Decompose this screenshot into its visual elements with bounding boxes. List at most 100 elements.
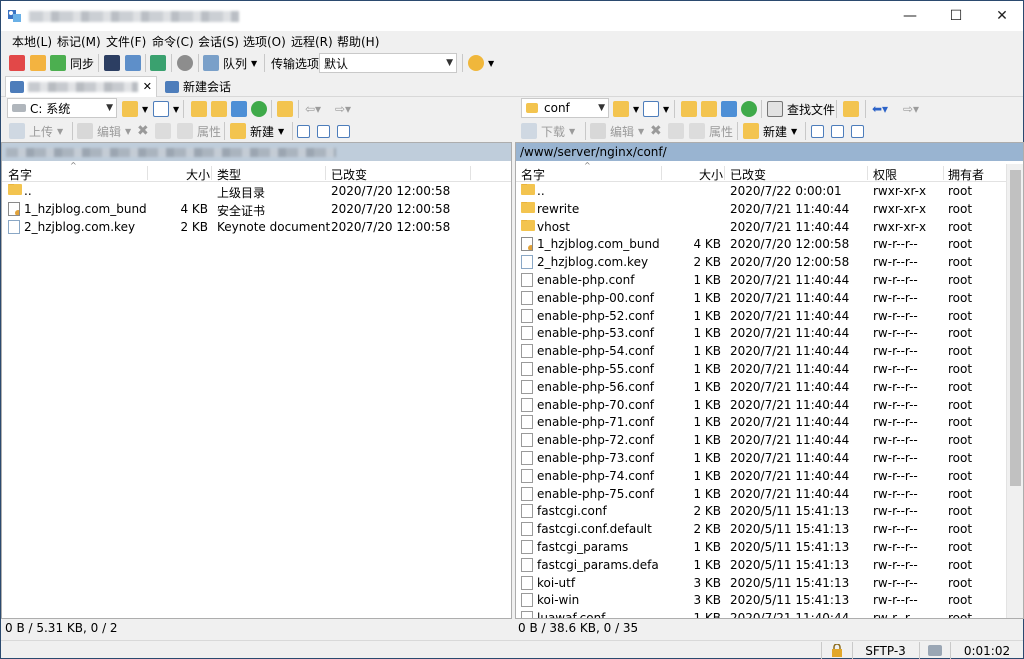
tree-button[interactable]	[843, 99, 859, 119]
rename-button[interactable]	[155, 121, 171, 141]
table-row[interactable]: enable-php-74.conf 1 KB 2020/7/21 11:40:…	[516, 468, 1006, 486]
table-row[interactable]: .. 2020/7/22 0:00:01 rwxr-xr-x root	[516, 183, 1006, 201]
select-filter-button[interactable]	[337, 121, 350, 141]
col-owner[interactable]: 拥有者	[948, 166, 984, 183]
table-row[interactable]: vhost 2020/7/21 11:40:44 rwxr-xr-x root	[516, 219, 1006, 237]
preferences-button[interactable]	[177, 53, 193, 73]
menu-options[interactable]: 选项(O)	[243, 33, 286, 50]
table-row[interactable]: 1_hzjblog.com_bund... 4 KB 2020/7/20 12:…	[516, 236, 1006, 254]
queue-button[interactable]: 队列 ▼	[203, 53, 257, 73]
select-all-button[interactable]	[811, 121, 824, 141]
tab-session[interactable]: ✕	[5, 76, 157, 97]
table-row[interactable]: 2_hzjblog.com.key 2 KB 2020/7/20 12:00:5…	[516, 254, 1006, 272]
sync-button[interactable]: 同步	[50, 53, 94, 73]
terminal-button[interactable]	[104, 53, 120, 73]
rename-button[interactable]	[668, 121, 684, 141]
table-row[interactable]: enable-php-72.conf 1 KB 2020/7/21 11:40:…	[516, 432, 1006, 450]
refresh-button[interactable]	[251, 99, 267, 119]
table-row[interactable]: rewrite 2020/7/21 11:40:44 rwxr-xr-x roo…	[516, 201, 1006, 219]
new-button[interactable]: 新建 ▼	[743, 121, 797, 141]
table-row[interactable]: fastcgi.conf 2 KB 2020/5/11 15:41:13 rw-…	[516, 503, 1006, 521]
select-filter-button[interactable]	[851, 121, 864, 141]
table-row[interactable]: koi-utf 3 KB 2020/5/11 15:41:13 rw-r--r-…	[516, 575, 1006, 593]
tree-button[interactable]	[277, 99, 293, 119]
sync-browse-button[interactable]	[30, 53, 46, 73]
menu-file[interactable]: 文件(F)	[106, 33, 146, 50]
root-dir-button[interactable]	[211, 99, 227, 119]
table-row[interactable]: enable-php-00.conf 1 KB 2020/7/21 11:40:…	[516, 290, 1006, 308]
local-path-bar[interactable]	[2, 143, 511, 161]
back-button[interactable]: ⬅▾	[872, 99, 888, 119]
close-button[interactable]: ✕	[979, 1, 1024, 31]
refresh-button[interactable]	[741, 99, 757, 119]
upload-button[interactable]: 上传 ▼	[9, 121, 63, 141]
col-changed[interactable]: 已改变	[331, 166, 367, 183]
home-button[interactable]	[231, 99, 247, 119]
col-changed[interactable]: 已改变	[730, 166, 766, 183]
menu-local[interactable]: 本地(L)	[12, 33, 52, 50]
menu-help[interactable]: 帮助(H)	[337, 33, 379, 50]
properties-button[interactable]: 属性	[689, 121, 733, 141]
table-row[interactable]: enable-php-52.conf 1 KB 2020/7/21 11:40:…	[516, 308, 1006, 326]
delete-button[interactable]: ✖	[650, 121, 662, 141]
table-row[interactable]: fastcgi.conf.default 2 KB 2020/5/11 15:4…	[516, 521, 1006, 539]
table-row[interactable]: luawaf.conf 1 KB 2020/7/21 11:40:44 rw-r…	[516, 610, 1006, 618]
parent-dir-button[interactable]	[191, 99, 207, 119]
col-type[interactable]: 类型	[217, 166, 241, 183]
table-row[interactable]: enable-php-75.conf 1 KB 2020/7/21 11:40:…	[516, 486, 1006, 504]
tab-new-session[interactable]: 新建会话	[161, 76, 235, 97]
table-row[interactable]: 1_hzjblog.com_bund... 4 KB 安全证书 2020/7/2…	[2, 201, 511, 219]
col-size[interactable]: 大小	[186, 166, 210, 183]
minimize-button[interactable]: —	[887, 1, 933, 31]
menu-session[interactable]: 会话(S)	[198, 33, 239, 50]
transfer-settings-dropdown[interactable]: 默认 ▼	[319, 53, 457, 73]
transfer-profile-button[interactable]: ▼	[468, 53, 494, 73]
edit-button[interactable]: 编辑 ▼	[77, 121, 131, 141]
table-row[interactable]: fastcgi_params 1 KB 2020/5/11 15:41:13 r…	[516, 539, 1006, 557]
parent-dir-button[interactable]	[681, 99, 697, 119]
table-row[interactable]: enable-php-71.conf 1 KB 2020/7/21 11:40:…	[516, 414, 1006, 432]
unselect-all-button[interactable]	[317, 121, 330, 141]
remote-folder-dropdown[interactable]: conf ▼	[521, 98, 609, 118]
open-folder-button[interactable]: ▼	[613, 99, 639, 119]
table-row[interactable]: 2_hzjblog.com.key 2 KB Keynote document …	[2, 219, 511, 237]
forward-button[interactable]: ⇨▾	[335, 99, 351, 119]
col-name[interactable]: 名字	[521, 166, 545, 183]
forward-button[interactable]: ⇨▾	[903, 99, 919, 119]
maximize-button[interactable]: ☐	[933, 1, 979, 31]
open-folder-button[interactable]: ▼	[122, 99, 148, 119]
col-permissions[interactable]: 权限	[873, 166, 897, 183]
table-row[interactable]: enable-php-56.conf 1 KB 2020/7/21 11:40:…	[516, 379, 1006, 397]
find-files-button[interactable]: 查找文件	[767, 99, 835, 119]
remote-scrollbar[interactable]	[1006, 164, 1023, 618]
root-dir-button[interactable]	[701, 99, 717, 119]
table-row[interactable]: enable-php-70.conf 1 KB 2020/7/21 11:40:…	[516, 397, 1006, 415]
properties-button[interactable]: 属性	[177, 121, 221, 141]
table-row[interactable]: enable-php-55.conf 1 KB 2020/7/21 11:40:…	[516, 361, 1006, 379]
table-row[interactable]: enable-php-54.conf 1 KB 2020/7/21 11:40:…	[516, 343, 1006, 361]
scrollbar-thumb[interactable]	[1010, 170, 1021, 486]
table-row[interactable]: fastcgi_params.defa... 1 KB 2020/5/11 15…	[516, 557, 1006, 575]
menu-remote[interactable]: 远程(R)	[291, 33, 333, 50]
table-row[interactable]: .. 上级目录 2020/7/20 12:00:58	[2, 183, 511, 201]
putty-button[interactable]	[125, 53, 141, 73]
edit-button[interactable]: 编辑 ▼	[590, 121, 644, 141]
home-button[interactable]	[721, 99, 737, 119]
new-button[interactable]: 新建 ▼	[230, 121, 284, 141]
download-button[interactable]: 下载 ▼	[521, 121, 575, 141]
col-size[interactable]: 大小	[699, 166, 723, 183]
filter-button[interactable]: ▼	[643, 99, 669, 119]
table-row[interactable]: enable-php-73.conf 1 KB 2020/7/21 11:40:…	[516, 450, 1006, 468]
col-name[interactable]: 名字	[8, 166, 32, 183]
local-drive-dropdown[interactable]: C: 系统 ▼	[7, 98, 117, 118]
delete-button[interactable]: ✖	[137, 121, 149, 141]
open-dir-button[interactable]	[150, 53, 166, 73]
table-row[interactable]: koi-win 3 KB 2020/5/11 15:41:13 rw-r--r-…	[516, 592, 1006, 610]
menu-command[interactable]: 命令(C)	[152, 33, 194, 50]
unselect-all-button[interactable]	[831, 121, 844, 141]
close-tab-icon[interactable]: ✕	[143, 80, 152, 93]
menu-mark[interactable]: 标记(M)	[57, 33, 101, 50]
table-row[interactable]: enable-php-53.conf 1 KB 2020/7/21 11:40:…	[516, 325, 1006, 343]
filter-button[interactable]: ▼	[153, 99, 179, 119]
back-button[interactable]: ⇦▾	[305, 99, 321, 119]
